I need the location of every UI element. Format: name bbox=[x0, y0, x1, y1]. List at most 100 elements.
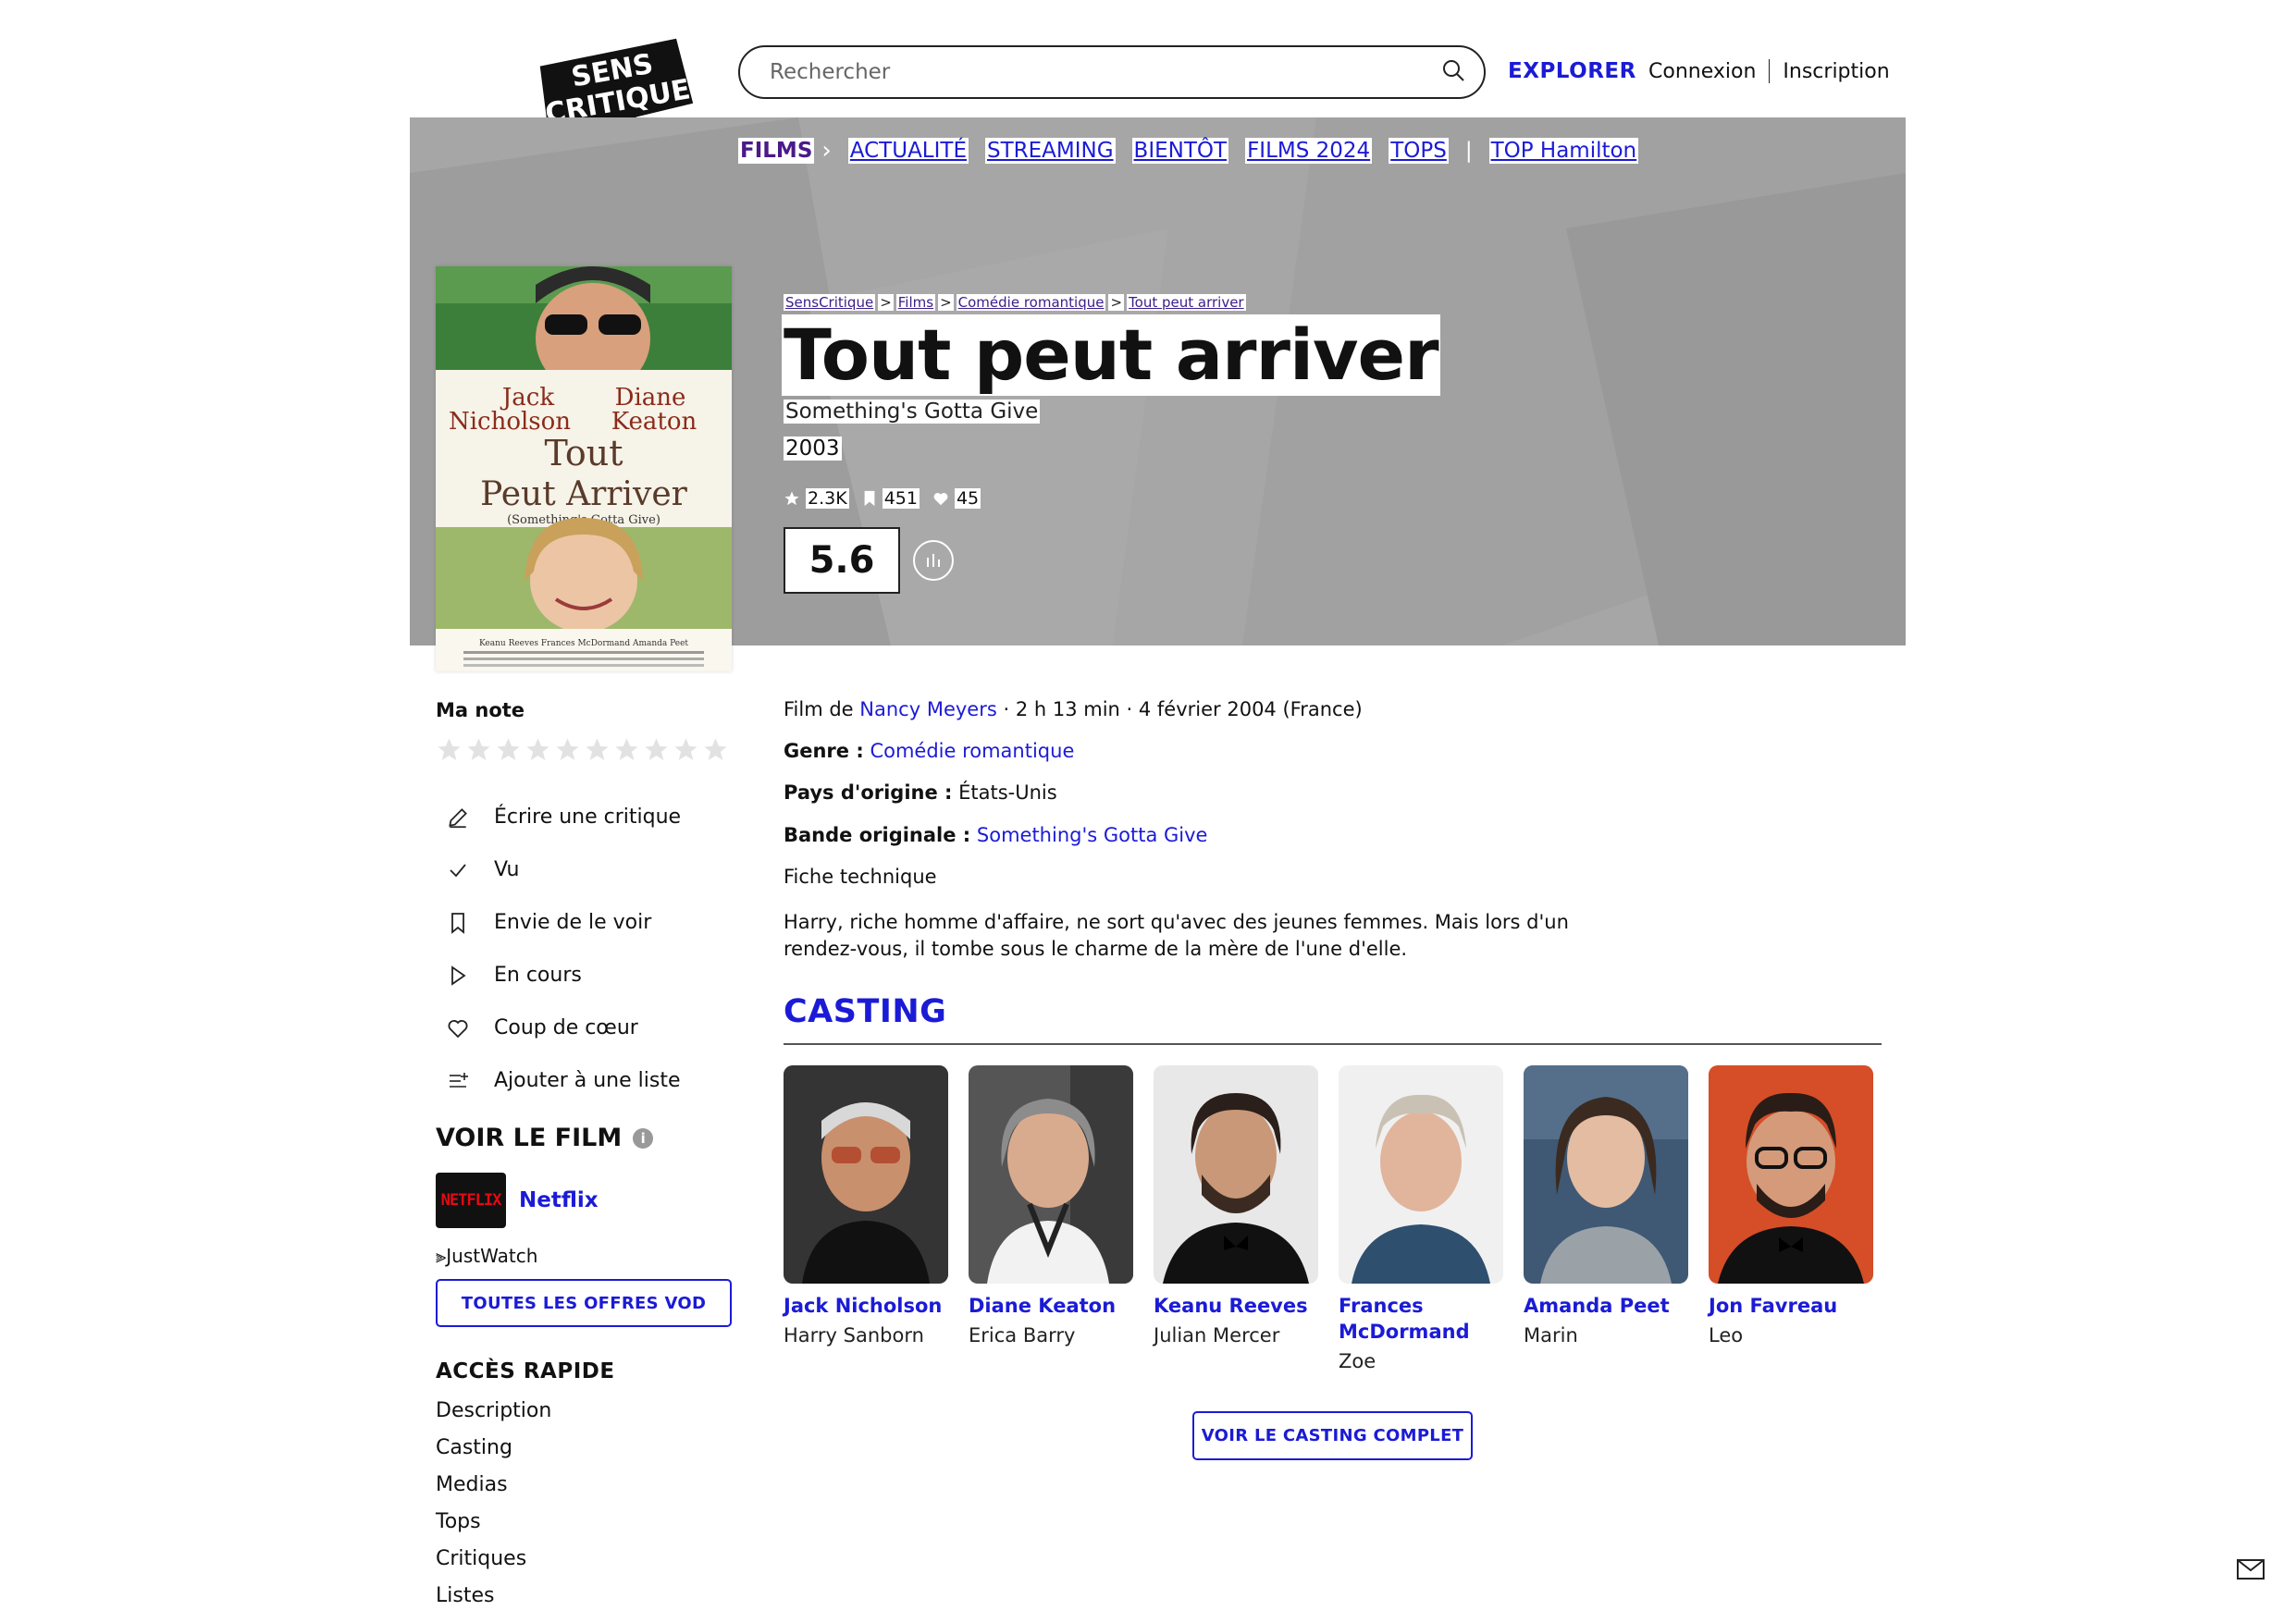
quick-link-medias[interactable]: Medias bbox=[436, 1473, 551, 1510]
actor-photo[interactable] bbox=[969, 1065, 1133, 1284]
actor-name[interactable]: Diane Keaton bbox=[969, 1293, 1133, 1319]
nav-top-hamilton[interactable]: TOP Hamilton bbox=[1488, 138, 1639, 164]
heart-icon bbox=[442, 1013, 474, 1044]
all-vod-offers-button[interactable]: TOUTES LES OFFRES VOD bbox=[436, 1279, 732, 1327]
page-title: Tout peut arriver bbox=[782, 314, 1440, 396]
breadcrumb-genre[interactable]: Comédie romantique bbox=[956, 294, 1106, 311]
favorite-action[interactable]: Coup de cœur bbox=[442, 1002, 681, 1054]
poster-title-2: Peut Arriver bbox=[480, 475, 688, 513]
country-value: États-Unis bbox=[958, 781, 1057, 804]
breadcrumb-films[interactable]: Films bbox=[895, 294, 936, 311]
cast-card[interactable]: Keanu Reeves Julian Mercer bbox=[1154, 1065, 1318, 1374]
justwatch-credit[interactable]: ⫸JustWatch bbox=[436, 1245, 537, 1267]
rating-star-8[interactable] bbox=[643, 736, 670, 763]
nav-films-2024[interactable]: FILMS 2024 bbox=[1245, 138, 1373, 164]
poster-title-1: Tout bbox=[544, 433, 623, 473]
play-icon bbox=[442, 960, 474, 991]
actor-photo[interactable] bbox=[1154, 1065, 1318, 1284]
soundtrack-link[interactable]: Something's Gotta Give bbox=[977, 824, 1208, 846]
film-meta: Film de Nancy Meyers · 2 h 13 min · 4 fé… bbox=[784, 698, 1363, 720]
poster-credits: Keanu Reeves Frances McDormand Amanda Pe… bbox=[479, 639, 688, 648]
poster-name-right-2: Keaton bbox=[611, 408, 697, 436]
genre-row: Genre : Comédie romantique bbox=[784, 740, 1075, 762]
actor-photo[interactable] bbox=[1339, 1065, 1503, 1284]
nav-streaming[interactable]: STREAMING bbox=[984, 138, 1116, 164]
country-row: Pays d'origine : États-Unis bbox=[784, 781, 1057, 804]
cast-card[interactable]: Amanda Peet Marin bbox=[1524, 1065, 1688, 1374]
seen-action[interactable]: Vu bbox=[442, 843, 681, 896]
actor-name[interactable]: Frances McDormand bbox=[1339, 1293, 1503, 1345]
actor-name[interactable]: Jon Favreau bbox=[1709, 1293, 1873, 1319]
actor-photo[interactable] bbox=[784, 1065, 948, 1284]
soundtrack-row: Bande originale : Something's Gotta Give bbox=[784, 824, 1208, 846]
rating-star-4[interactable] bbox=[525, 736, 551, 763]
breadcrumb-current[interactable]: Tout peut arriver bbox=[1127, 294, 1246, 311]
watch-section-title: VOIR LE FILM i bbox=[436, 1124, 654, 1152]
rating-star-2[interactable] bbox=[465, 736, 492, 763]
actor-name[interactable]: Jack Nicholson bbox=[784, 1293, 948, 1319]
rating-star-1[interactable] bbox=[436, 736, 463, 763]
nav-bientot[interactable]: BIENTÔT bbox=[1131, 138, 1229, 164]
actor-name[interactable]: Amanda Peet bbox=[1524, 1293, 1688, 1319]
rating-star-9[interactable] bbox=[673, 736, 699, 763]
quick-link-critiques[interactable]: Critiques bbox=[436, 1547, 551, 1584]
nav-actualite[interactable]: ACTUALITÉ bbox=[847, 138, 969, 164]
quick-link-tops[interactable]: Tops bbox=[436, 1510, 551, 1547]
search-input[interactable] bbox=[768, 59, 1441, 85]
actor-photo[interactable] bbox=[1524, 1065, 1688, 1284]
tech-sheet-link[interactable]: Fiche technique bbox=[784, 866, 937, 888]
genre-link[interactable]: Comédie romantique bbox=[870, 740, 1074, 762]
justwatch-icon: ⫸ bbox=[436, 1245, 447, 1267]
cast-card[interactable]: Jack Nicholson Harry Sanborn bbox=[784, 1065, 948, 1374]
rating-star-6[interactable] bbox=[584, 736, 611, 763]
rating-distribution-button[interactable] bbox=[913, 540, 954, 581]
breadcrumb-separator: > bbox=[1108, 294, 1125, 311]
write-review-action[interactable]: Écrire une critique bbox=[442, 791, 681, 843]
quick-access-list: Description Casting Medias Tops Critique… bbox=[436, 1399, 551, 1621]
poster-name-left-2: Nicholson bbox=[449, 408, 571, 436]
want-to-see-action[interactable]: Envie de le voir bbox=[442, 896, 681, 949]
mail-icon[interactable] bbox=[2237, 1559, 2265, 1583]
my-rating-label: Ma note bbox=[436, 699, 525, 721]
user-actions: Écrire une critique Vu Envie de le voir … bbox=[442, 791, 681, 1107]
quick-link-description[interactable]: Description bbox=[436, 1399, 551, 1436]
breadcrumb: SensCritique > Films > Comédie romantiqu… bbox=[784, 294, 1246, 311]
info-icon[interactable]: i bbox=[633, 1127, 654, 1149]
actor-name[interactable]: Keanu Reeves bbox=[1154, 1293, 1318, 1319]
cast-card[interactable]: Jon Favreau Leo bbox=[1709, 1065, 1873, 1374]
search-icon[interactable] bbox=[1441, 58, 1465, 86]
in-progress-action[interactable]: En cours bbox=[442, 949, 681, 1002]
search-bar[interactable] bbox=[738, 45, 1486, 99]
quick-link-listes[interactable]: Listes bbox=[436, 1584, 551, 1621]
cast-card[interactable]: Frances McDormand Zoe bbox=[1339, 1065, 1503, 1374]
favorites-count: 45 bbox=[932, 488, 981, 509]
rating-star-3[interactable] bbox=[495, 736, 522, 763]
actor-role: Leo bbox=[1709, 1324, 1744, 1346]
cast-card[interactable]: Diane Keaton Erica Barry bbox=[969, 1065, 1133, 1374]
signup-link[interactable]: Inscription bbox=[1783, 60, 1889, 83]
director-link[interactable]: Nancy Meyers bbox=[859, 698, 997, 720]
list-add-icon bbox=[442, 1065, 474, 1097]
rating-star-5[interactable] bbox=[554, 736, 581, 763]
rating-star-7[interactable] bbox=[613, 736, 640, 763]
film-stats: 2.3K 451 45 bbox=[784, 488, 994, 509]
average-score: 5.6 bbox=[784, 527, 900, 594]
quick-access-title: ACCÈS RAPIDE bbox=[436, 1359, 615, 1383]
add-to-list-action[interactable]: Ajouter à une liste bbox=[442, 1054, 681, 1107]
actor-photo[interactable] bbox=[1709, 1065, 1873, 1284]
breadcrumb-senscritique[interactable]: SensCritique bbox=[784, 294, 876, 311]
nav-tops[interactable]: TOPS bbox=[1389, 138, 1449, 164]
login-link[interactable]: Connexion bbox=[1648, 60, 1756, 83]
full-cast-button[interactable]: VOIR LE CASTING COMPLET bbox=[1192, 1411, 1473, 1460]
provider-netflix[interactable]: NETFLIX Netflix bbox=[436, 1173, 599, 1228]
bar-chart-icon bbox=[927, 554, 940, 567]
rating-star-10[interactable] bbox=[702, 736, 729, 763]
synopsis: Harry, riche homme d'affaire, ne sort qu… bbox=[784, 911, 1569, 960]
section-nav: FILMS › ACTUALITÉ STREAMING BIENTÔT FILM… bbox=[738, 137, 1655, 165]
quick-link-casting[interactable]: Casting bbox=[436, 1436, 551, 1473]
explore-link[interactable]: EXPLORER bbox=[1508, 59, 1636, 83]
check-icon bbox=[442, 855, 474, 886]
film-poster[interactable]: Jack Nicholson Diane Keaton Tout Peut Ar… bbox=[436, 266, 732, 671]
heart-icon bbox=[933, 493, 948, 506]
nav-films[interactable]: FILMS bbox=[738, 138, 815, 164]
